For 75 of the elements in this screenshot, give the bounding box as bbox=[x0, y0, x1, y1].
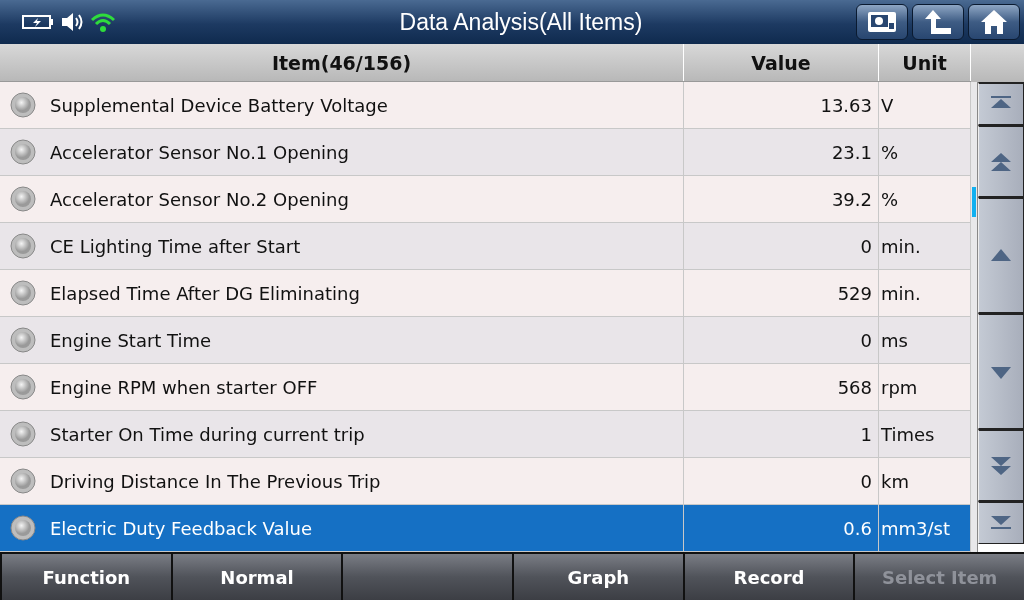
item-value: 39.2 bbox=[831, 188, 872, 210]
header-corner bbox=[971, 44, 1024, 82]
item-name: Elapsed Time After DG Eliminating bbox=[50, 282, 360, 304]
item-name: CE Lighting Time after Start bbox=[50, 235, 301, 257]
status-led-icon bbox=[10, 233, 36, 259]
item-name: Driving Distance In The Previous Trip bbox=[50, 470, 381, 492]
item-name: Engine RPM when starter OFF bbox=[50, 376, 318, 398]
table-row[interactable]: Starter On Time during current trip 1 Times bbox=[0, 411, 971, 458]
table-row[interactable]: Engine RPM when starter OFF 568 rpm bbox=[0, 364, 971, 411]
table-row[interactable]: Electric Duty Feedback Value 0.6 mm3/st bbox=[0, 505, 971, 552]
scroll-top-button[interactable] bbox=[978, 82, 1024, 125]
item-unit: V bbox=[881, 94, 894, 116]
item-value: 529 bbox=[837, 282, 872, 304]
status-led-icon bbox=[10, 515, 36, 541]
scroll-bottom-button[interactable] bbox=[978, 501, 1024, 544]
item-value: 1 bbox=[860, 423, 872, 445]
photo-card-icon bbox=[867, 11, 897, 33]
status-led-icon bbox=[10, 374, 36, 400]
item-unit: % bbox=[881, 188, 899, 210]
toolbar-button[interactable]: Graph bbox=[514, 554, 683, 600]
table-row[interactable]: Accelerator Sensor No.1 Opening 23.1 % bbox=[0, 129, 971, 176]
home-icon bbox=[980, 9, 1008, 35]
item-value: 0 bbox=[860, 470, 872, 492]
status-led-icon bbox=[10, 139, 36, 165]
table-row[interactable]: Elapsed Time After DG Eliminating 529 min. bbox=[0, 270, 971, 317]
item-name: Supplemental Device Battery Voltage bbox=[50, 94, 388, 116]
scroll-up-button[interactable] bbox=[978, 197, 1024, 313]
item-name: Accelerator Sensor No.1 Opening bbox=[50, 141, 349, 163]
item-unit: mm3/st bbox=[881, 517, 951, 539]
status-led-icon bbox=[10, 280, 36, 306]
blank-button[interactable] bbox=[343, 554, 512, 600]
back-button[interactable] bbox=[912, 4, 964, 40]
item-value: 0 bbox=[860, 235, 872, 257]
status-led-icon bbox=[10, 186, 36, 212]
item-value: 0.6 bbox=[843, 517, 872, 539]
window-title: Data Analysis(All Items) bbox=[398, 8, 644, 36]
table-row[interactable]: CE Lighting Time after Start 0 min. bbox=[0, 223, 971, 270]
column-header: Value bbox=[684, 44, 879, 81]
page-up-button[interactable] bbox=[978, 125, 1024, 197]
item-value: 0 bbox=[860, 329, 872, 351]
table-row[interactable]: Driving Distance In The Previous Trip 0 km bbox=[0, 458, 971, 505]
speaker-icon bbox=[60, 11, 84, 33]
wifi-icon bbox=[90, 11, 116, 33]
item-unit: Times bbox=[881, 423, 935, 445]
item-name: Engine Start Time bbox=[50, 329, 212, 351]
item-name: Starter On Time during current trip bbox=[50, 423, 365, 445]
scroll-down-button[interactable] bbox=[978, 313, 1024, 429]
item-value: 23.1 bbox=[831, 141, 872, 163]
status-led-icon bbox=[10, 92, 36, 118]
home-button[interactable] bbox=[968, 4, 1020, 40]
column-header: Item(46/156) bbox=[0, 44, 684, 81]
scroll-thumb[interactable] bbox=[972, 187, 976, 217]
table-row[interactable]: Engine Start Time 0 ms bbox=[0, 317, 971, 364]
item-name: Electric Duty Feedback Value bbox=[50, 517, 312, 539]
item-unit: km bbox=[881, 470, 909, 492]
item-unit: rpm bbox=[881, 376, 918, 398]
item-unit: ms bbox=[881, 329, 908, 351]
item-unit: % bbox=[881, 141, 899, 163]
item-unit: min. bbox=[881, 235, 921, 257]
battery-icon bbox=[22, 14, 54, 30]
toolbar-button[interactable]: Function bbox=[2, 554, 171, 600]
return-arrow-icon bbox=[924, 9, 952, 35]
screenshot-button[interactable] bbox=[856, 4, 908, 40]
item-value: 13.63 bbox=[820, 94, 872, 116]
page-down-button[interactable] bbox=[978, 429, 1024, 501]
status-led-icon bbox=[10, 468, 36, 494]
item-unit: min. bbox=[881, 282, 921, 304]
toolbar-button[interactable]: Record bbox=[684, 554, 854, 600]
status-led-icon bbox=[10, 421, 36, 447]
item-value: 568 bbox=[837, 376, 872, 398]
toolbar-button[interactable]: Normal bbox=[172, 554, 342, 600]
table-row[interactable]: Supplemental Device Battery Voltage 13.63 V bbox=[0, 82, 971, 129]
item-name: Accelerator Sensor No.2 Opening bbox=[50, 188, 349, 210]
table-row[interactable]: Accelerator Sensor No.2 Opening 39.2 % bbox=[0, 176, 971, 223]
status-led-icon bbox=[10, 327, 36, 353]
